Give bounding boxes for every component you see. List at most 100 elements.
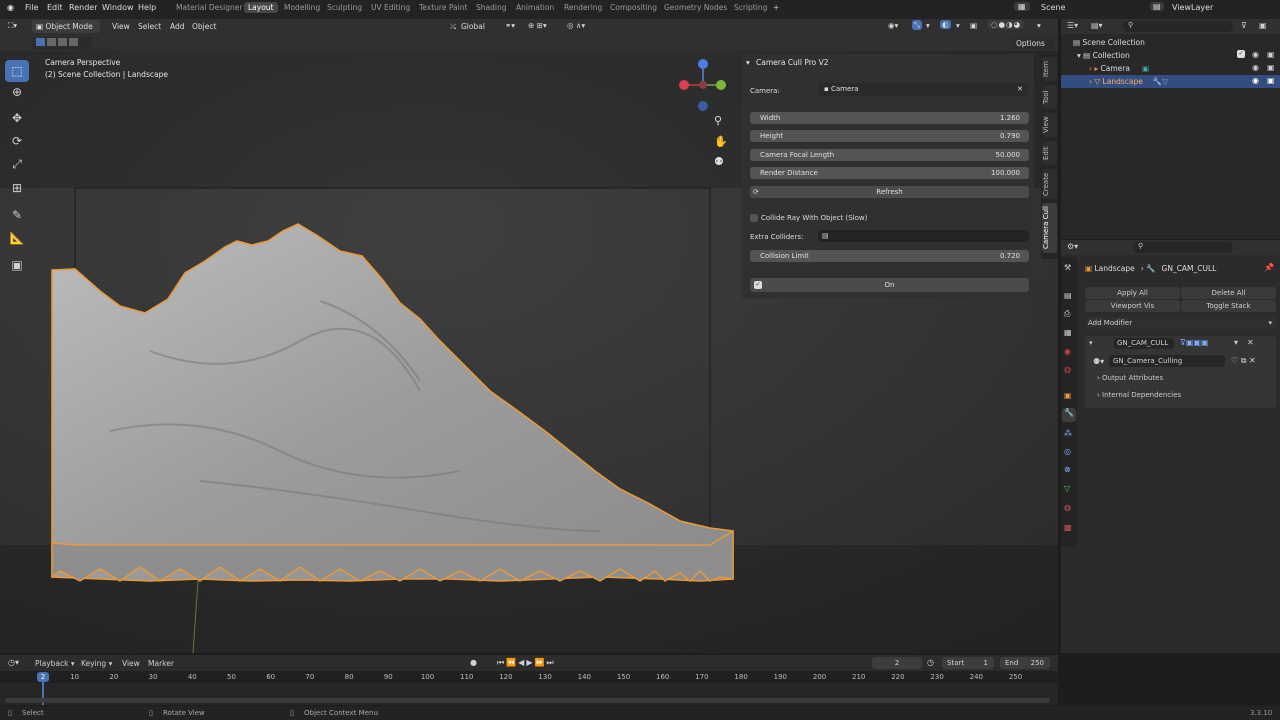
timeline-menu-keying[interactable]: Keying ▾ — [81, 659, 112, 668]
current-frame-field[interactable]: 2 — [872, 657, 922, 669]
width-field[interactable]: Width 1.260 — [750, 112, 1029, 124]
output-props-icon[interactable]: ⎙ — [1064, 309, 1070, 319]
camera-field[interactable]: ▪ Camera ✕ — [818, 83, 1028, 96]
playhead[interactable]: 2 — [37, 672, 49, 682]
collection-checkbox[interactable]: ✓ — [1237, 50, 1245, 58]
texture-props-icon[interactable]: ▩ — [1064, 523, 1072, 532]
scene-name[interactable]: Scene — [1041, 3, 1065, 12]
measure-tool-icon[interactable]: 📐 — [5, 227, 29, 249]
shading-dropdown-icon[interactable]: ▾ — [1037, 21, 1041, 30]
modifier-toggle-icons[interactable]: ⊽▣▣▣ — [1180, 338, 1209, 347]
options-dropdown[interactable]: Options ▾ — [1012, 37, 1054, 59]
tab-animation[interactable]: Animation — [516, 3, 554, 12]
internal-dependencies-section[interactable]: › Internal Dependencies — [1097, 391, 1181, 399]
select-mode-buttons[interactable] — [32, 37, 92, 50]
tab-edit[interactable]: Edit — [1042, 141, 1057, 165]
editor-type-icon[interactable]: ⛶▾ — [8, 21, 17, 31]
timeline-menu-playback[interactable]: Playback ▾ — [35, 659, 75, 668]
modifier-remove-icon[interactable]: ✕ — [1247, 338, 1254, 347]
gizmo-dropdown-icon[interactable]: ▾ — [926, 21, 930, 30]
toggle-stack-button[interactable]: Toggle Stack — [1181, 300, 1276, 312]
proportional-edit-icon[interactable]: ◎ ∧▾ — [567, 21, 585, 30]
outliner-editor-icon[interactable]: ☰▾ — [1067, 21, 1078, 30]
tab-uv-editing[interactable]: UV Editing — [371, 3, 410, 12]
rotate-tool-icon[interactable]: ⟳ — [5, 130, 29, 152]
annotate-tool-icon[interactable]: ✎ — [5, 204, 29, 226]
record-icon[interactable]: ● — [470, 658, 477, 667]
menu-edit[interactable]: Edit — [47, 3, 63, 12]
object-props-icon[interactable]: ▣ — [1064, 391, 1072, 400]
viewport-vis-button[interactable]: Viewport Vis — [1085, 300, 1180, 312]
refresh-button[interactable]: ⟳ Refresh — [750, 186, 1029, 198]
tab-layout[interactable]: Layout — [244, 2, 278, 13]
mode-dropdown[interactable]: ▣ Object Mode — [32, 20, 100, 33]
blender-logo-icon[interactable]: ◉ — [7, 3, 14, 12]
on-toggle-button[interactable]: ✓ On — [750, 278, 1029, 292]
tab-modelling[interactable]: Modelling — [284, 3, 320, 12]
pivot-icon[interactable]: ⚭▾ — [505, 21, 515, 30]
constraints-props-icon[interactable]: ⊗ — [1064, 465, 1071, 474]
collide-ray-checkbox[interactable] — [750, 214, 758, 222]
tab-rendering[interactable]: Rendering — [564, 3, 602, 12]
view-layer-name[interactable]: ViewLayer — [1172, 3, 1213, 12]
header-menu-add[interactable]: Add — [170, 22, 185, 31]
outliner-search[interactable]: ⚲ — [1123, 21, 1233, 32]
scene-props-icon[interactable]: ◉ — [1064, 347, 1071, 356]
move-tool-icon[interactable]: ✥ — [5, 107, 29, 129]
cursor-tool-icon[interactable]: ⊕ — [5, 81, 29, 103]
preview-range-icon[interactable]: ◷ — [927, 658, 934, 667]
tab-item[interactable]: Item — [1042, 57, 1057, 81]
physics-props-icon[interactable]: ◎ — [1064, 447, 1071, 456]
render-distance-field[interactable]: Render Distance 100.000 — [750, 167, 1029, 179]
gizmo-toggle-icon[interactable]: ⤡ — [912, 20, 922, 30]
tab-geometry-nodes[interactable]: Geometry Nodes — [664, 3, 727, 12]
tab-sculpting[interactable]: Sculpting — [327, 3, 362, 12]
clear-camera-icon[interactable]: ✕ — [1017, 83, 1023, 96]
timeline-track-area[interactable]: 10 20 30 40 50 60 70 80 90 100 110 120 130 140 150 160 1… — [0, 671, 1058, 705]
add-modifier-dropdown[interactable]: Add Modifier ▾ — [1085, 317, 1276, 329]
tab-scripting[interactable]: Scripting — [734, 3, 767, 12]
delete-all-button[interactable]: Delete All — [1181, 287, 1276, 299]
menu-help[interactable]: Help — [138, 3, 156, 12]
3d-viewport[interactable]: Camera Perspective (2) Scene Collection … — [0, 51, 1058, 653]
transform-tool-icon[interactable]: ⊞ — [5, 177, 29, 199]
snap-icon[interactable]: ⊕ ⊞▾ — [528, 21, 547, 30]
timeline-editor-icon[interactable]: ◷▾ — [8, 658, 19, 667]
menu-window[interactable]: Window — [102, 3, 134, 12]
data-props-icon[interactable]: ▽ — [1064, 484, 1070, 493]
filter-icon[interactable]: ⊽ — [1241, 21, 1247, 30]
pin-icon[interactable]: 📌 — [1264, 263, 1274, 272]
world-props-icon[interactable]: ◍ — [1064, 365, 1071, 374]
panel-collapse-icon[interactable]: ▾ — [746, 58, 750, 67]
modifier-name-field[interactable]: GN_CAM_CULL — [1114, 338, 1174, 349]
apply-all-button[interactable]: Apply All — [1085, 287, 1180, 299]
collision-limit-field[interactable]: Collision Limit 0.720 — [750, 250, 1029, 262]
new-collection-icon[interactable]: ▣ — [1259, 21, 1267, 30]
timeline-menu-marker[interactable]: Marker — [148, 659, 174, 668]
tab-create[interactable]: Create — [1042, 169, 1057, 199]
height-field[interactable]: Height 0.790 — [750, 130, 1029, 142]
modifier-collapse-icon[interactable]: ▾ — [1089, 339, 1093, 347]
view-layer-props-icon[interactable]: ▦ — [1064, 328, 1072, 337]
header-menu-view[interactable]: View — [112, 22, 130, 31]
outliner-item-camera[interactable]: › ▸ Camera ▣ — [1089, 64, 1149, 73]
landscape-visibility-icon[interactable]: ◉ — [1252, 76, 1259, 85]
focal-length-field[interactable]: Camera Focal Length 50.000 — [750, 149, 1029, 161]
scale-tool-icon[interactable]: ⤢ — [5, 153, 29, 175]
menu-render[interactable]: Render — [69, 3, 97, 12]
tab-compositing[interactable]: Compositing — [610, 3, 657, 12]
add-workspace-icon[interactable]: + — [773, 3, 779, 12]
display-mode-icon[interactable]: ▤▾ — [1091, 21, 1103, 30]
scene-collection-row[interactable]: ▤ Scene Collection — [1073, 38, 1145, 47]
tool-props-icon[interactable]: ⚒ — [1064, 263, 1071, 272]
tab-view[interactable]: View — [1042, 113, 1057, 137]
overlay-dropdown-icon[interactable]: ▾ — [956, 21, 960, 30]
tab-texture-paint[interactable]: Texture Paint — [419, 3, 467, 12]
outliner-item-landscape[interactable]: › ▽ Landscape 🔧▽ — [1089, 77, 1168, 86]
properties-editor-icon[interactable]: ⚙▾ — [1067, 242, 1078, 251]
transform-orientation-icon[interactable]: ⤯ — [450, 22, 456, 32]
collection-visibility-icon[interactable]: ◉ — [1252, 50, 1259, 59]
select-box-tool-icon[interactable]: ⬚ — [5, 60, 29, 82]
header-menu-object[interactable]: Object — [192, 22, 216, 31]
modifier-props-icon[interactable]: 🔧 — [1062, 408, 1076, 422]
